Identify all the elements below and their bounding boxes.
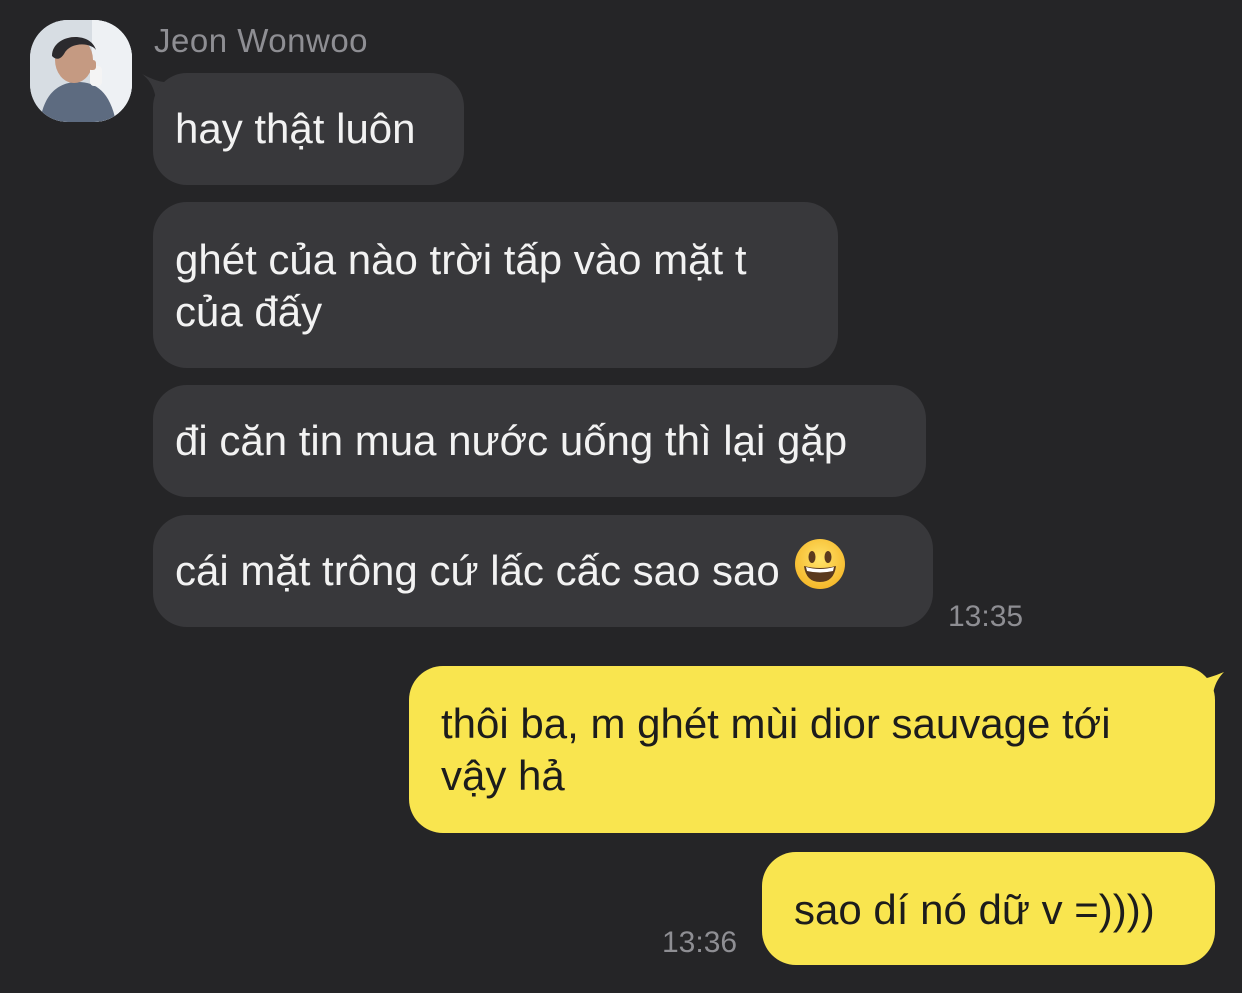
grinning-face-emoji <box>794 538 846 602</box>
message-text-line: ghét của nào trời tấp vào mặt t <box>175 236 747 283</box>
outgoing-message-bubble[interactable]: thôi ba, m ghét mùi dior sauvage tới vậy… <box>409 666 1215 833</box>
message-text-line: vậy hả <box>441 752 565 799</box>
chat-screen: Jeon Wonwoo hay thật luôn ghét của nào t… <box>0 0 1242 993</box>
incoming-message-bubble[interactable]: ghét của nào trời tấp vào mặt t của đấy <box>153 202 838 368</box>
outgoing-timestamp: 13:36 <box>662 926 738 959</box>
incoming-timestamp: 13:35 <box>948 600 1024 633</box>
message-text: hay thật luôn <box>175 105 416 152</box>
sender-avatar[interactable] <box>30 20 132 122</box>
message-text-line: của đấy <box>175 288 323 335</box>
message-text: sao dí nó dữ v =)))) <box>794 886 1155 933</box>
incoming-message-bubble[interactable]: đi căn tin mua nước uống thì lại gặp <box>153 385 926 497</box>
sender-name: Jeon Wonwoo <box>154 22 369 59</box>
outgoing-message-bubble[interactable]: sao dí nó dữ v =)))) <box>762 852 1215 965</box>
incoming-message-bubble[interactable]: hay thật luôn <box>153 73 464 185</box>
message-text: đi căn tin mua nước uống thì lại gặp <box>175 417 848 464</box>
message-text-line: thôi ba, m ghét mùi dior sauvage tới <box>441 700 1111 747</box>
incoming-message-bubble[interactable]: cái mặt trông cứ lấc cấc sao sao <box>153 515 933 627</box>
avatar-photo <box>30 20 132 122</box>
message-text: cái mặt trông cứ lấc cấc sao sao <box>175 547 780 594</box>
